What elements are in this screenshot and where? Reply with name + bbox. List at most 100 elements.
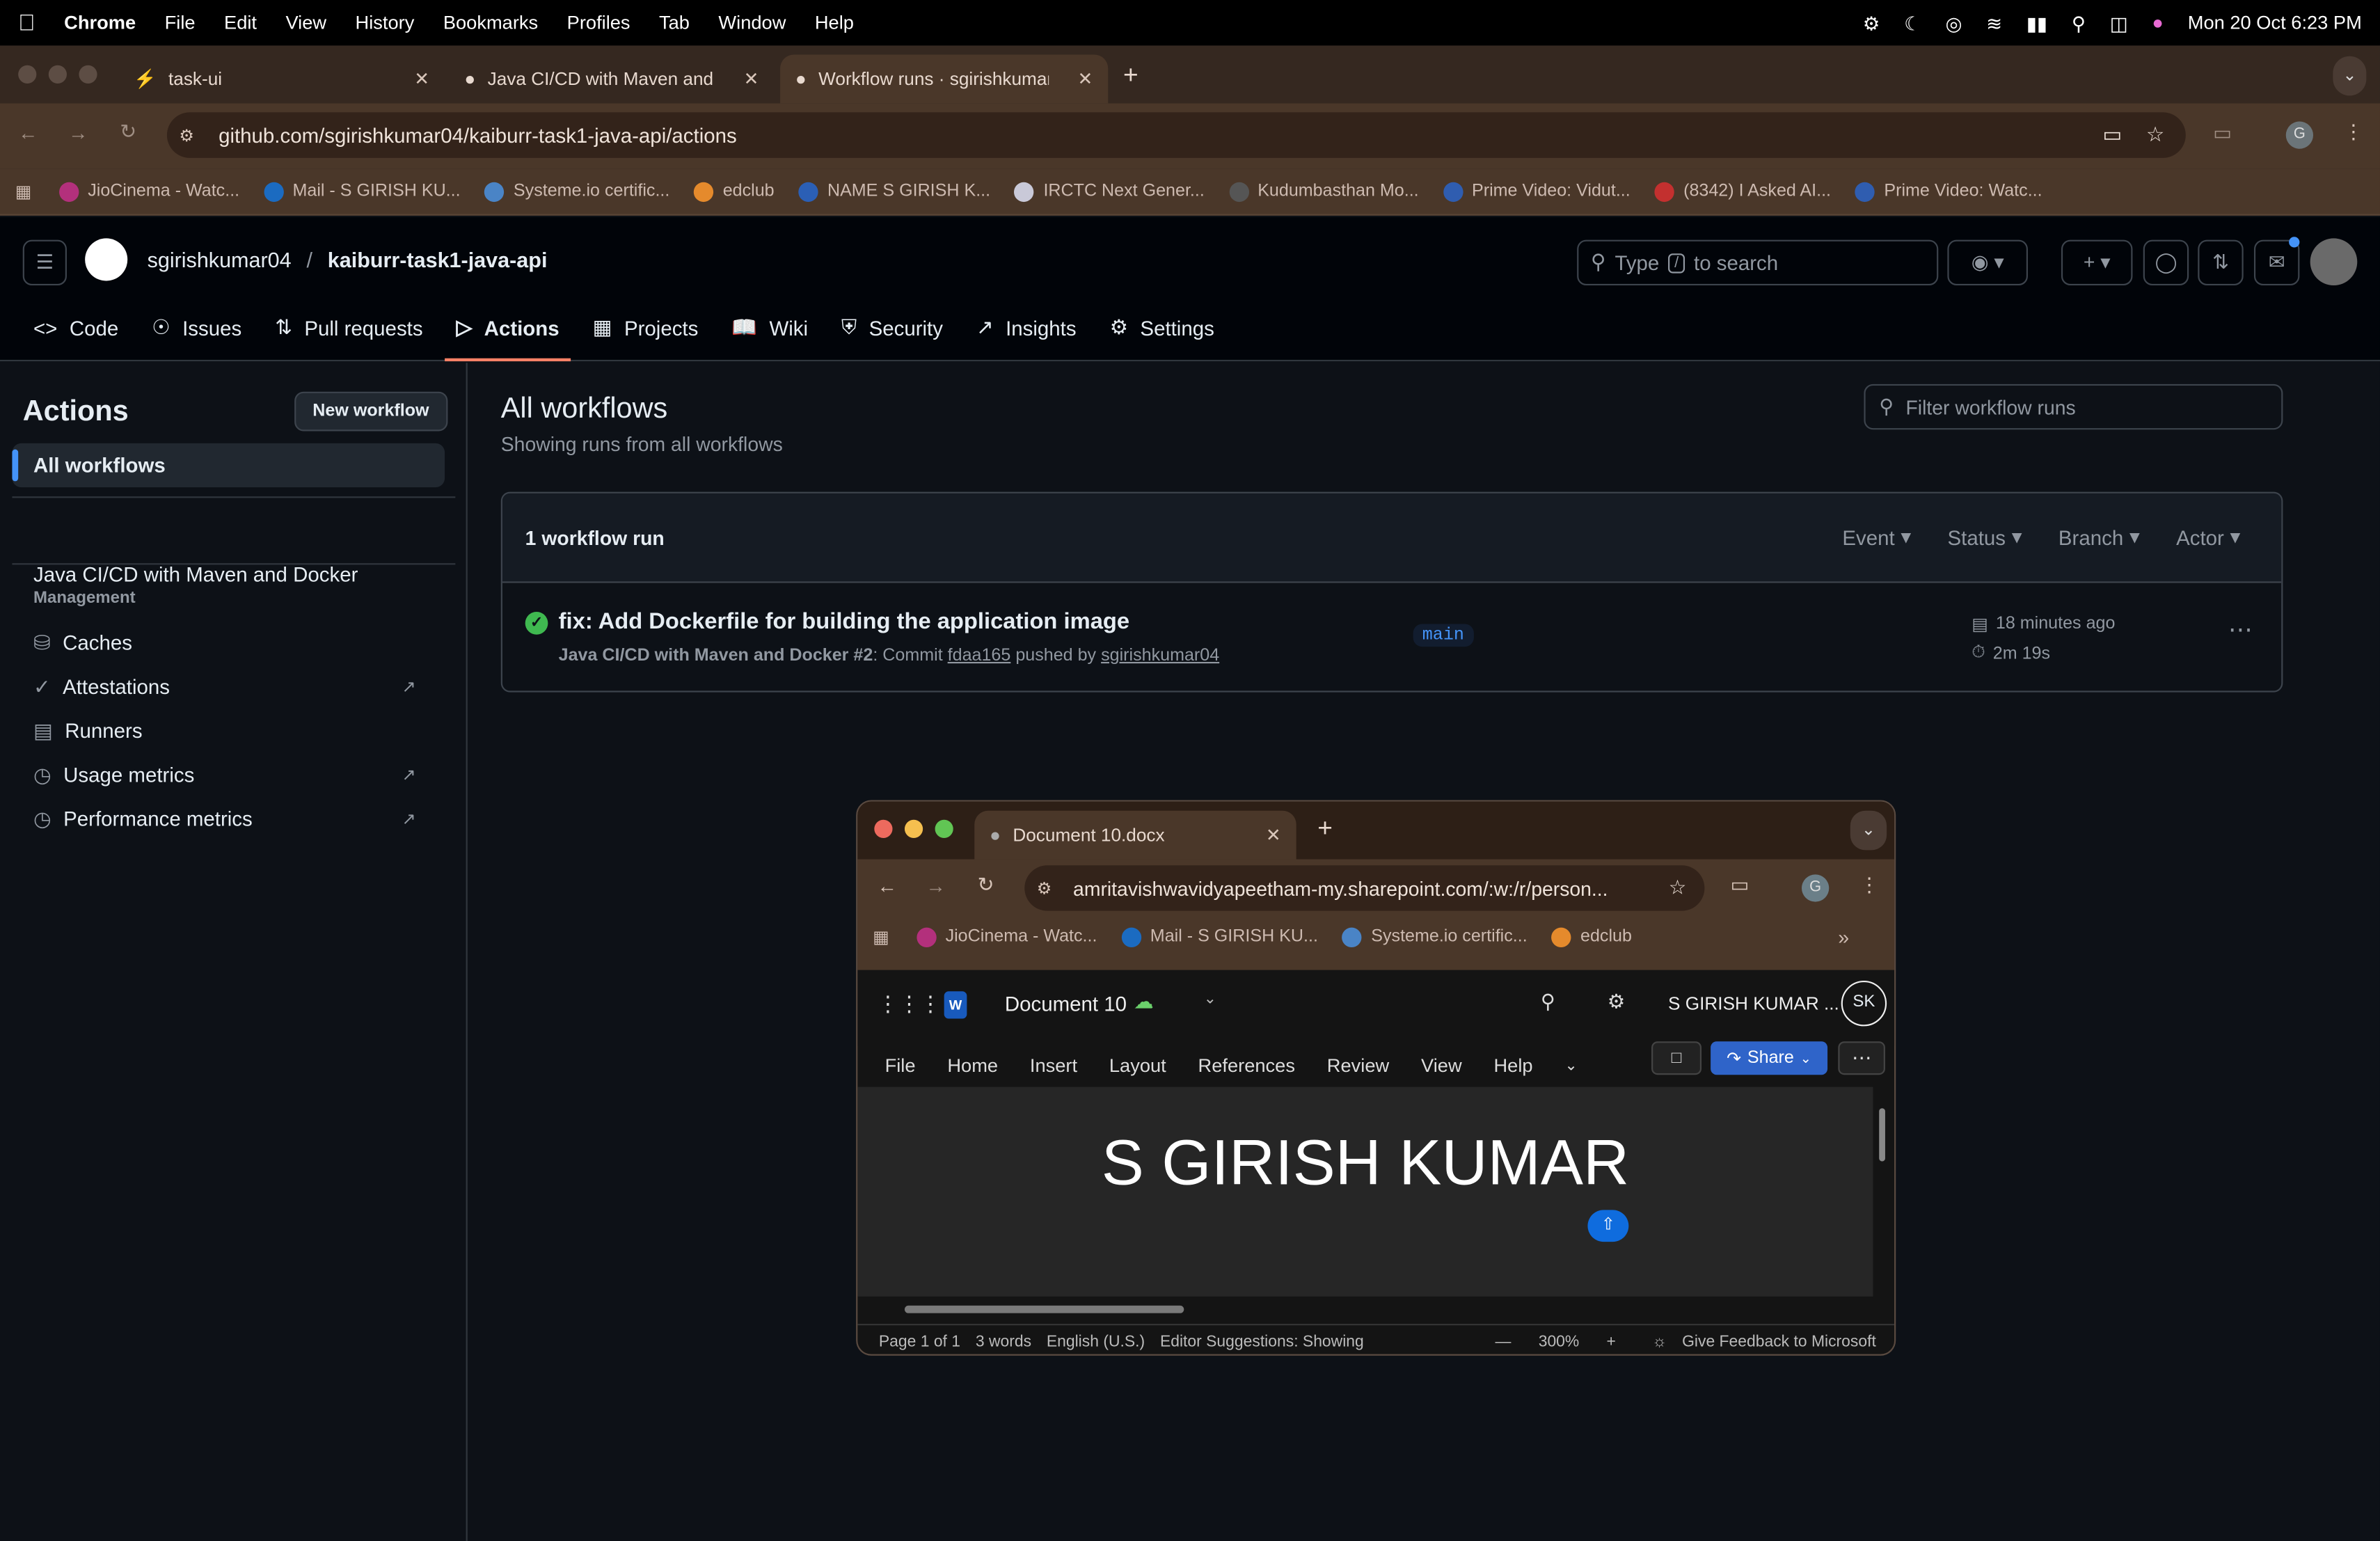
close-tab-icon[interactable]: ✕ [1266, 824, 1281, 846]
search-input[interactable]: ⚲ Type / to search [1577, 239, 1939, 286]
bookmark-item[interactable]: NAME S GIRISH K... [798, 181, 990, 201]
zoom-window-button[interactable] [79, 65, 97, 84]
copilot-search-icon[interactable]: ⚲ [1541, 990, 1555, 1014]
chevron-down-icon[interactable]: ⌄ [1204, 991, 1216, 1008]
profile-avatar[interactable]: G [2285, 121, 2314, 149]
copilot-suggestion-icon[interactable]: ⇧ [1587, 1210, 1629, 1242]
tab-issues[interactable]: ☉ Issues [152, 297, 241, 358]
menu-app[interactable]: Chrome [64, 12, 136, 33]
ribbon-tab-references[interactable]: References [1198, 1055, 1295, 1077]
brightness-icon[interactable]: ☼ [1652, 1332, 1667, 1350]
bookmark-item[interactable]: JioCinema - Watc... [58, 181, 239, 201]
status-app-icon[interactable]: ⚙ [1863, 11, 1880, 35]
comments-button[interactable]: □ [1651, 1041, 1702, 1075]
new-tab-button[interactable]: + [1123, 61, 1139, 91]
new-workflow-button[interactable]: New workflow [294, 391, 447, 432]
close-tab-icon[interactable]: ✕ [414, 68, 429, 90]
reload-button[interactable]: ↻ [120, 120, 136, 144]
back-button[interactable]: ← [18, 121, 38, 144]
status-filter[interactable]: Status ▾ [1948, 525, 2022, 550]
ribbon-tab-file[interactable]: File [885, 1055, 916, 1077]
bookmark-star-icon[interactable]: ☆ [1669, 876, 1686, 901]
document-canvas[interactable]: S GIRISH KUMAR ⇧ [857, 1086, 1873, 1297]
apps-grid-icon[interactable]: ▦ [15, 181, 32, 202]
url-text[interactable]: amritavishwavidyapeetham-my.sharepoint.c… [1073, 877, 1608, 900]
zoom-out-button[interactable]: — [1496, 1332, 1512, 1350]
close-tab-icon[interactable]: ✕ [744, 68, 759, 90]
menu-file[interactable]: File [165, 12, 196, 33]
extensions-icon[interactable]: ▭ [1730, 873, 1749, 897]
bookmark-item[interactable]: JioCinema - Watc... [917, 926, 1097, 947]
apple-icon[interactable]:  [18, 10, 35, 35]
tab-search-button[interactable]: ⌄ [1850, 810, 1887, 851]
tab-pull-requests[interactable]: ⇅ Pull requests [275, 297, 422, 358]
bookmark-item[interactable]: Mail - S GIRISH KU... [264, 181, 461, 201]
commit-link[interactable]: fdaa165 [948, 647, 1011, 665]
tab-task-ui[interactable]: ⚡ task-ui ✕ [118, 55, 445, 104]
close-tab-icon[interactable]: ✕ [1077, 68, 1093, 90]
branch-badge[interactable]: main [1413, 624, 1474, 647]
address-bar[interactable]: ⚙ amritavishwavidyapeetham-my.sharepoint… [1024, 865, 1705, 911]
tab-actions[interactable]: ▷ Actions [444, 297, 571, 362]
wifi-icon[interactable]: ≋ [1986, 11, 2002, 35]
spotlight-icon[interactable]: ⚲ [2072, 11, 2086, 35]
ribbon-tab-layout[interactable]: Layout [1109, 1055, 1166, 1077]
tab-workflow-runs[interactable]: ● Workflow runs · sgirishkumar( ✕ [780, 54, 1109, 104]
close-window-button[interactable] [874, 819, 893, 838]
tab-projects[interactable]: ▦ Projects [593, 297, 699, 358]
tab-settings[interactable]: ⚙ Settings [1110, 297, 1214, 358]
bookmark-item[interactable]: edclub [1551, 926, 1632, 947]
create-new-button[interactable]: + ▾ [2061, 239, 2133, 286]
breadcrumb-owner[interactable]: sgirishkumar04 [148, 248, 292, 272]
tab-insights[interactable]: ↗ Insights [976, 297, 1077, 358]
pull-requests-button[interactable]: ⇅ [2198, 239, 2244, 286]
control-center-icon[interactable]: ◫ [2110, 11, 2128, 35]
url-text[interactable]: github.com/sgirishkumar04/kaiburr-task1-… [219, 124, 737, 147]
editor-suggestions[interactable]: Editor Suggestions: Showing [1160, 1332, 1364, 1350]
actor-filter[interactable]: Actor ▾ [2176, 525, 2240, 550]
sidebar-item-runners[interactable]: ▤ Runners [0, 709, 455, 753]
sidebar-item-attestations[interactable]: ✓ Attestations ↗ [0, 665, 455, 709]
tab-java-cicd[interactable]: ● Java CI/CD with Maven and D ✕ [450, 55, 775, 104]
minimize-window-button[interactable] [48, 65, 67, 84]
ribbon-more-chevron-icon[interactable]: ⌄ [1564, 1057, 1577, 1074]
menu-history[interactable]: History [356, 12, 415, 33]
branch-filter[interactable]: Branch ▾ [2058, 525, 2140, 550]
run-title[interactable]: fix: Add Dockerfile for building the app… [559, 609, 1129, 635]
sidebar-item-caches[interactable]: ⛁ Caches [0, 621, 455, 665]
zoom-level[interactable]: 300% [1539, 1332, 1580, 1350]
bookmark-item[interactable]: Systeme.io certific... [484, 181, 669, 201]
copilot-button[interactable]: ◉ ▾ [1947, 239, 2028, 286]
zoom-window-button[interactable] [935, 819, 953, 838]
user-initials-avatar[interactable]: SK [1841, 981, 1887, 1027]
table-row[interactable]: ✓ fix: Add Dockerfile for building the a… [502, 585, 2281, 691]
minimize-window-button[interactable] [904, 819, 923, 838]
more-bookmarks-icon[interactable]: » [1838, 926, 1849, 949]
event-filter[interactable]: Event ▾ [1842, 525, 1911, 550]
menu-bookmarks[interactable]: Bookmarks [443, 12, 538, 33]
back-button[interactable]: ← [878, 874, 897, 897]
menu-tab[interactable]: Tab [659, 12, 690, 33]
bookmark-star-icon[interactable]: ☆ [2146, 123, 2164, 148]
issues-button[interactable]: ◯ [2143, 239, 2189, 286]
more-options-icon[interactable]: ⋯ [2228, 615, 2253, 645]
address-bar[interactable]: ⚙ github.com/sgirishkumar04/kaiburr-task… [166, 112, 2186, 158]
bookmark-item[interactable]: IRCTC Next Gener... [1015, 181, 1205, 201]
new-tab-button[interactable]: + [1317, 814, 1333, 844]
menu-profiles[interactable]: Profiles [567, 12, 630, 33]
close-window-button[interactable] [18, 65, 37, 84]
user-avatar[interactable] [2310, 238, 2358, 286]
user-name[interactable]: S GIRISH KUMAR ... [1668, 993, 1839, 1014]
moon-icon[interactable]: ☾ [1904, 11, 1921, 35]
site-info-icon[interactable]: ⚙ [1037, 878, 1052, 898]
menu-edit[interactable]: Edit [224, 12, 257, 33]
chrome-menu-icon[interactable]: ⋮ [2344, 120, 2363, 144]
tab-code[interactable]: <> Code [33, 297, 118, 358]
filter-workflow-runs-input[interactable]: ⚲ Filter workflow runs [1864, 384, 2283, 430]
more-options-button[interactable]: ⋯ [1838, 1041, 1885, 1075]
menu-help[interactable]: Help [815, 12, 854, 33]
document-name[interactable]: Document 10 [1005, 993, 1127, 1016]
bookmark-item[interactable]: edclub [694, 181, 775, 201]
horizontal-scrollbar[interactable] [904, 1305, 1184, 1313]
word-count[interactable]: 3 words [976, 1332, 1031, 1350]
